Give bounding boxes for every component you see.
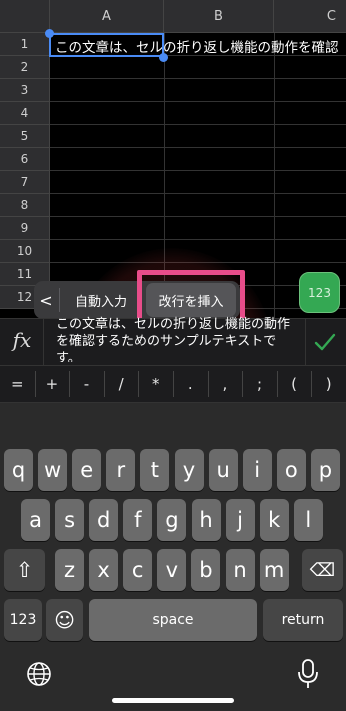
globe-icon[interactable]: [24, 659, 54, 689]
symbol-key[interactable]: ): [311, 365, 346, 403]
mic-icon[interactable]: [296, 657, 320, 691]
key-l[interactable]: l: [293, 499, 323, 541]
key-v[interactable]: v: [157, 549, 187, 591]
symbol-key[interactable]: /: [104, 365, 139, 403]
table-row[interactable]: [50, 217, 346, 240]
row-header[interactable]: 2: [0, 56, 50, 79]
key-p[interactable]: p: [310, 449, 340, 491]
symbol-key[interactable]: =: [0, 365, 35, 403]
symbol-key[interactable]: ;: [242, 365, 277, 403]
key-d[interactable]: d: [89, 499, 119, 541]
key-a[interactable]: a: [21, 499, 50, 541]
selection-handle-top[interactable]: [45, 29, 54, 38]
symbol-key[interactable]: +: [35, 365, 70, 403]
row-header[interactable]: 8: [0, 194, 50, 217]
key-h[interactable]: h: [191, 499, 221, 541]
symbol-divider: [277, 371, 278, 397]
row-header[interactable]: 7: [0, 171, 50, 194]
key-s[interactable]: s: [55, 499, 85, 541]
grid-line: [274, 33, 275, 318]
backspace-key[interactable]: ⌫: [302, 549, 343, 591]
table-row[interactable]: [50, 194, 346, 217]
symbol-divider: [35, 371, 36, 397]
key-q[interactable]: q: [4, 449, 33, 491]
symbol-divider: [69, 371, 70, 397]
key-n[interactable]: n: [225, 549, 255, 591]
symbol-key[interactable]: ,: [208, 365, 243, 403]
key-r[interactable]: r: [106, 449, 136, 491]
fx-icon[interactable]: fx: [8, 326, 36, 354]
table-row[interactable]: [50, 102, 346, 125]
formula-divider: [305, 318, 306, 365]
row-header[interactable]: 5: [0, 125, 50, 148]
numbers-key[interactable]: 123: [4, 599, 42, 641]
key-k[interactable]: k: [259, 499, 289, 541]
symbol-divider: [138, 371, 139, 397]
key-o[interactable]: o: [276, 449, 306, 491]
symbol-divider: [208, 371, 209, 397]
row-header[interactable]: 3: [0, 79, 50, 102]
toolbar-back-button[interactable]: <: [34, 281, 58, 319]
row-header[interactable]: 1: [0, 33, 50, 56]
key-j[interactable]: j: [225, 499, 255, 541]
shift-key[interactable]: ⇧: [4, 549, 45, 591]
auto-input-button[interactable]: 自動入力: [66, 281, 136, 319]
symbol-divider: [311, 371, 312, 397]
table-row[interactable]: [50, 148, 346, 171]
return-key[interactable]: return: [263, 599, 343, 641]
space-key[interactable]: space: [89, 599, 257, 641]
key-t[interactable]: t: [140, 449, 170, 491]
key-i[interactable]: i: [242, 449, 272, 491]
selected-cell-a1[interactable]: [49, 33, 164, 57]
key-f[interactable]: f: [123, 499, 153, 541]
table-row[interactable]: [50, 56, 346, 79]
formula-input[interactable]: この文章は、セルの折り返し機能の動作を確認するためのサンプルテキストです。: [56, 316, 296, 362]
key-z[interactable]: z: [55, 549, 84, 591]
symbol-key[interactable]: -: [69, 365, 104, 403]
formula-divider: [43, 318, 44, 365]
symbol-key[interactable]: *: [138, 365, 173, 403]
table-row[interactable]: [50, 79, 346, 102]
row-header[interactable]: 10: [0, 240, 50, 263]
confirm-check-icon[interactable]: [312, 330, 338, 354]
table-row[interactable]: [50, 125, 346, 148]
toolbar-divider: [59, 288, 60, 312]
key-b[interactable]: b: [191, 549, 221, 591]
key-w[interactable]: w: [38, 449, 68, 491]
symbol-divider: [242, 371, 243, 397]
row-header[interactable]: 4: [0, 102, 50, 125]
key-y[interactable]: y: [174, 449, 204, 491]
column-header-b[interactable]: B: [164, 0, 274, 33]
symbol-key[interactable]: .: [173, 365, 208, 403]
key-e[interactable]: e: [72, 449, 102, 491]
numeric-keyboard-toggle[interactable]: 123: [299, 272, 340, 313]
symbol-divider: [104, 371, 105, 397]
column-header-c[interactable]: C: [274, 0, 346, 33]
table-row[interactable]: [50, 240, 346, 263]
home-indicator: [112, 698, 234, 703]
select-all-corner[interactable]: [0, 0, 50, 33]
key-u[interactable]: u: [208, 449, 238, 491]
key-c[interactable]: c: [123, 549, 153, 591]
symbol-divider: [173, 371, 174, 397]
key-m[interactable]: m: [259, 549, 289, 591]
key-x[interactable]: x: [89, 549, 119, 591]
row-header[interactable]: 9: [0, 217, 50, 240]
table-row[interactable]: [50, 171, 346, 194]
column-header-a[interactable]: A: [50, 0, 164, 33]
key-g[interactable]: g: [157, 499, 187, 541]
symbol-key[interactable]: (: [277, 365, 312, 403]
emoji-key[interactable]: ☺: [46, 599, 83, 641]
selection-handle-bottom[interactable]: [159, 53, 168, 62]
row-header[interactable]: 6: [0, 148, 50, 171]
